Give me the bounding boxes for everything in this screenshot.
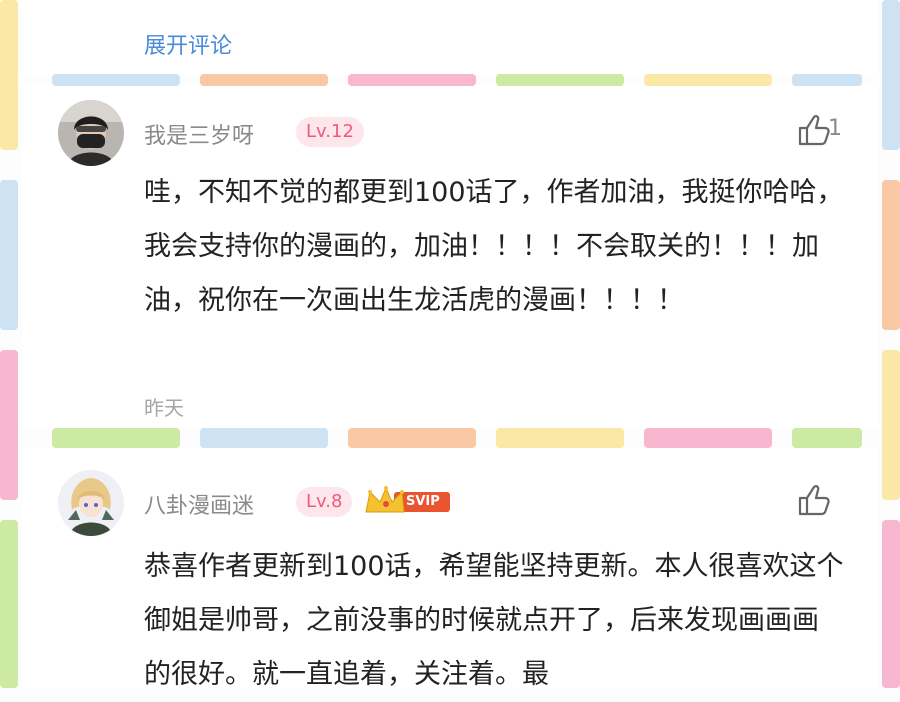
frame-segment [882, 350, 900, 500]
frame-segment [882, 0, 900, 150]
frame-segment [882, 520, 900, 688]
frame-segment [792, 428, 862, 448]
anime-girl-avatar[interactable] [58, 470, 124, 536]
masked-person-icon [58, 100, 124, 166]
username[interactable]: 我是三岁呀 [144, 118, 254, 150]
timestamp: 昨天 [144, 396, 184, 420]
frame-segment [0, 520, 18, 688]
frame-segment [496, 428, 624, 448]
level-badge: Lv.12 [296, 117, 364, 147]
like-button[interactable] [794, 480, 834, 520]
frame-segment [200, 74, 328, 86]
frame-segment [52, 74, 180, 86]
frame-segment [348, 74, 476, 86]
like-count: 1 [828, 116, 842, 141]
comment-body: 哇，不知不觉的都更到100话了，作者加油，我挺你哈哈，我会支持你的漫画的，加油！… [144, 177, 844, 316]
thumbs-up-icon [798, 485, 830, 516]
frame-segment [200, 428, 328, 448]
frame-segment [644, 428, 772, 448]
comment-body: 恭喜作者更新到100话，希望能坚持更新。本人很喜欢这个御姐是帅哥，之前没事的时候… [144, 551, 844, 690]
anime-girl-icon [58, 470, 124, 536]
frame-segment [496, 74, 624, 86]
masked-person-avatar[interactable] [58, 100, 124, 166]
frame-segment [0, 0, 18, 150]
frame-segment [644, 74, 772, 86]
frame-segment [348, 428, 476, 448]
frame-segment [0, 180, 18, 330]
frame-segment [792, 74, 862, 86]
svip-badge: SVIP [364, 484, 452, 518]
frame-segment [52, 428, 180, 448]
level-badge: Lv.8 [296, 487, 353, 517]
expand-comments-link[interactable]: 展开评论 [144, 28, 232, 60]
frame-segment [0, 350, 18, 500]
svip-label: SVIP [406, 494, 440, 509]
frame-segment [882, 180, 900, 330]
username[interactable]: 八卦漫画迷 [144, 488, 254, 520]
